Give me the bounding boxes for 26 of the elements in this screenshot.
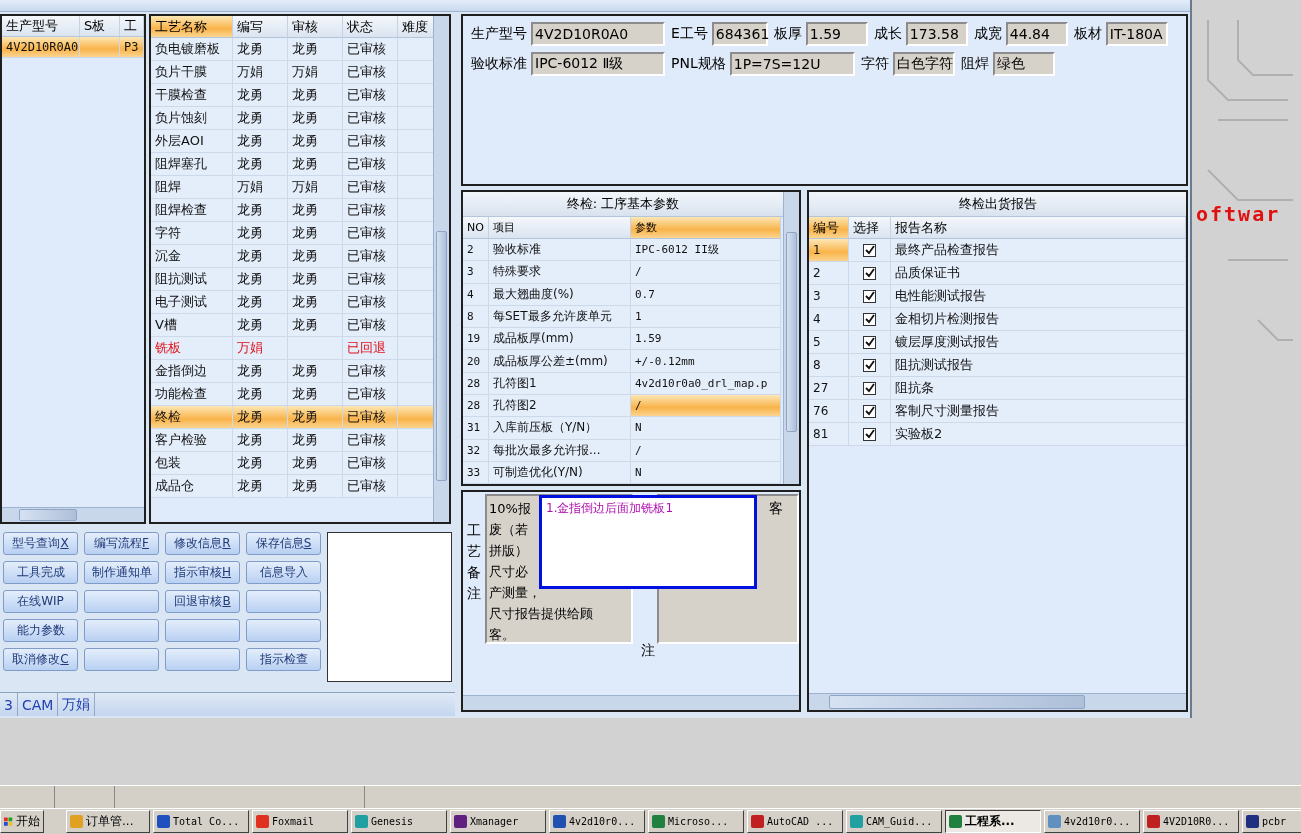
field-label: 生产型号 <box>471 25 527 43</box>
memo-line: 拼版） <box>489 542 528 560</box>
memo-line: 废（若 <box>489 521 528 539</box>
status-text: CAM <box>17 693 59 716</box>
memo-line: 尺寸报告提供给顾 <box>489 605 593 623</box>
status-text: 万娟 <box>58 693 96 716</box>
field-label: 成长 <box>873 25 902 43</box>
memo-line: 产测量， <box>489 584 541 602</box>
field-label: 板材 <box>1073 25 1102 43</box>
field-label: 成宽 <box>973 25 1002 43</box>
panel-title: 终检出货报告 <box>809 192 1186 217</box>
note-popup: 1.金指倒边后面加铣板1 <box>539 495 757 589</box>
status-text: 3 <box>0 693 18 716</box>
field-label: 字符 <box>860 55 889 73</box>
memo-line: 客。 <box>489 626 515 644</box>
field-label: 板厚 <box>773 25 802 43</box>
panel-title: 终检: 工序基本参数 <box>463 192 783 217</box>
memo-line: 尺寸必 <box>489 563 528 581</box>
field-label: E工号 <box>671 25 708 43</box>
wallpaper-text: oftwar <box>1196 202 1281 226</box>
notes-label: 工艺备注 <box>467 521 481 603</box>
field-label: 阻焊 <box>960 55 989 73</box>
field-label: PNL规格 <box>671 55 726 73</box>
notes-label: 注 <box>641 642 655 660</box>
memo-line: 10%报 <box>489 500 531 518</box>
field-label: 验收标准 <box>471 55 527 73</box>
